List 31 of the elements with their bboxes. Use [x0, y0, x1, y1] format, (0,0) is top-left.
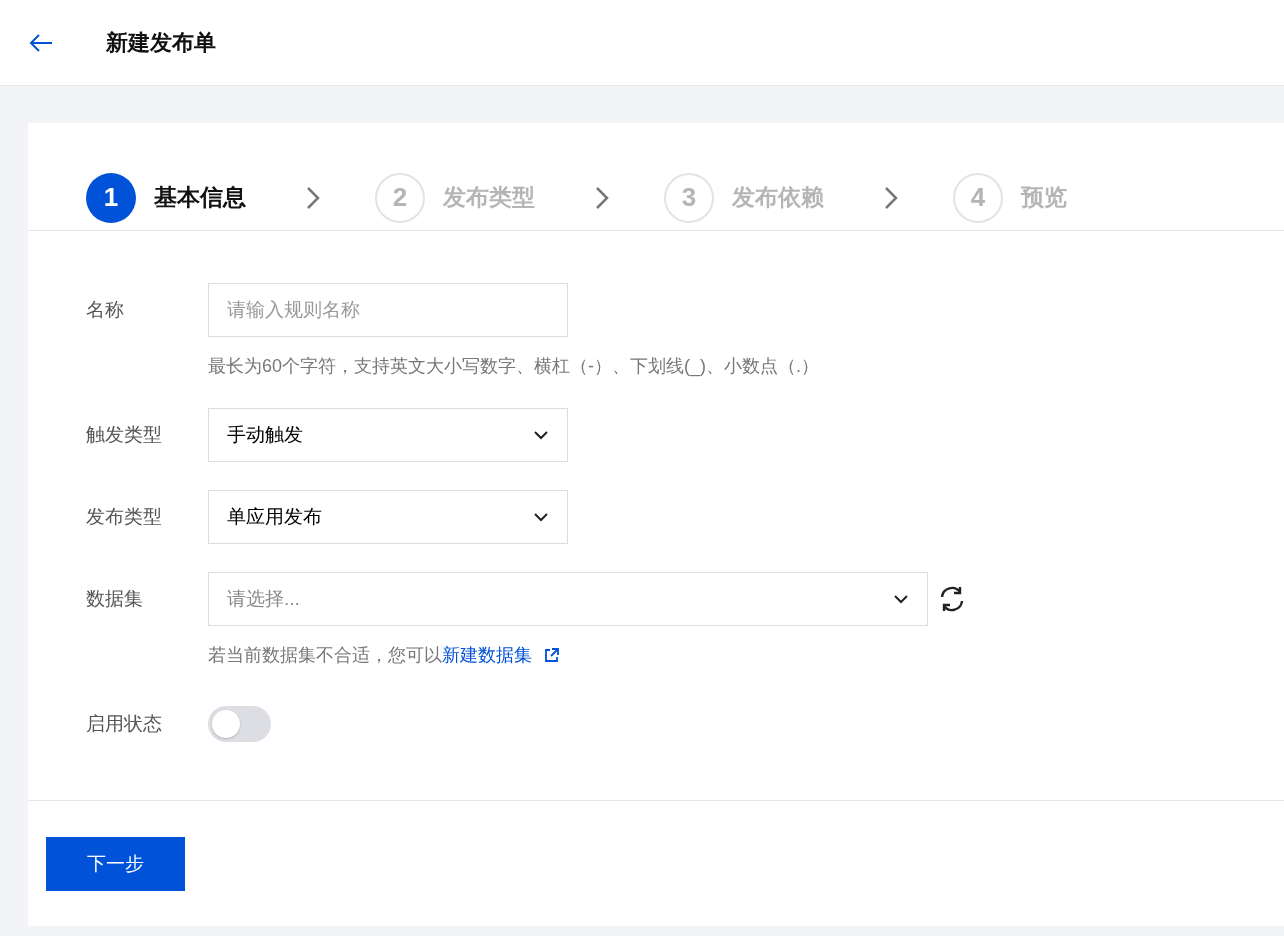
- step-number: 4: [953, 172, 1003, 223]
- step-number: 3: [664, 172, 714, 223]
- step-label: 基本信息: [154, 183, 246, 213]
- refresh-icon[interactable]: [938, 585, 966, 613]
- hint-text: 若当前数据集不合适，您可以: [208, 644, 442, 667]
- step-number: 1: [86, 172, 136, 223]
- chevron-right-icon: [306, 185, 320, 210]
- step-label: 发布依赖: [732, 183, 824, 213]
- create-dataset-link[interactable]: 新建数据集: [442, 642, 532, 669]
- external-link-icon[interactable]: [544, 648, 559, 663]
- field-label: 发布类型: [86, 505, 163, 529]
- text-input-field[interactable]: 请输入规则名称: [208, 283, 568, 337]
- toggle-switch[interactable]: [208, 706, 271, 742]
- step-label: 发布类型: [443, 183, 535, 213]
- chevron-right-icon: [595, 185, 609, 210]
- field-label: 启用状态: [86, 712, 163, 736]
- hint-text: 最长为60个字符，支持英文大小写数字、横杠（-）、下划线(_)、小数点（.）: [208, 355, 819, 379]
- chevron-down-icon: [893, 594, 909, 604]
- field-label: 触发类型: [86, 423, 163, 447]
- step-label: 预览: [1021, 183, 1067, 213]
- next-step-button[interactable]: 下一步: [46, 837, 185, 891]
- step-number: 2: [375, 172, 425, 223]
- field-label: 名称: [86, 298, 125, 322]
- chevron-down-icon: [533, 512, 549, 522]
- chevron-down-icon: [533, 430, 549, 440]
- select-field[interactable]: 手动触发: [208, 408, 568, 462]
- chevron-right-icon: [884, 185, 898, 210]
- select-field[interactable]: 单应用发布: [208, 490, 568, 544]
- page-title: 新建发布单: [106, 29, 216, 57]
- back-arrow-icon[interactable]: [28, 32, 54, 53]
- field-label: 数据集: [86, 587, 144, 611]
